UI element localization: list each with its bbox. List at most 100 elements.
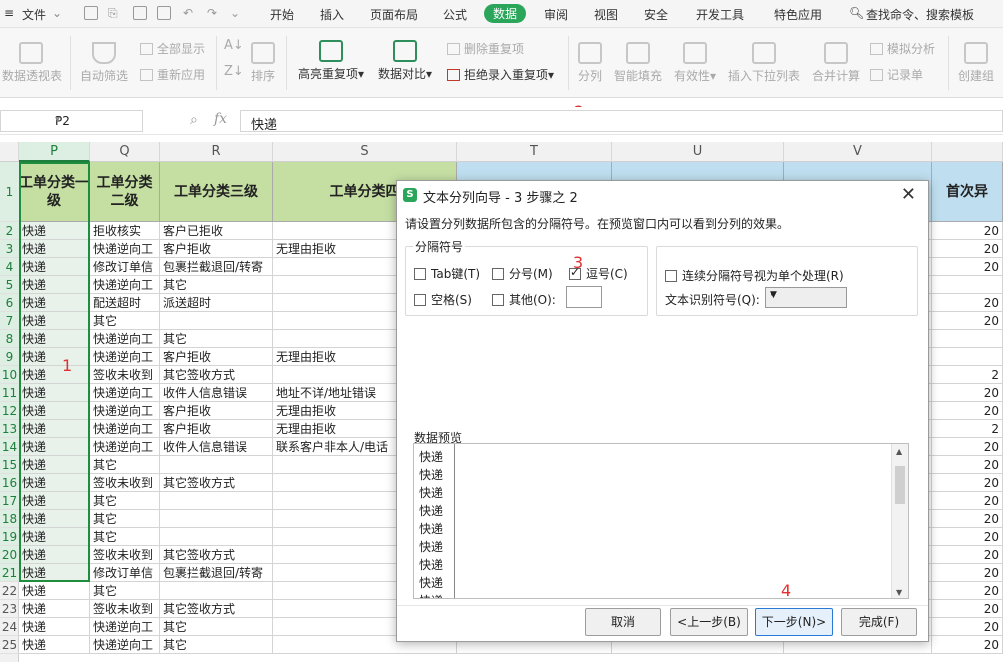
cell-w[interactable]: 20 (932, 618, 1003, 636)
row-header[interactable]: 15 (0, 456, 19, 474)
formula-input[interactable]: 快递 (240, 110, 1003, 133)
tab-insert[interactable]: 插入 (320, 6, 344, 23)
row-header[interactable]: 16 (0, 474, 19, 492)
other-checkbox[interactable]: 其他(O): (492, 291, 556, 308)
cancel-button[interactable]: 取消 (585, 608, 661, 636)
data-preview-pane[interactable]: 快递快递快递快递快递快递快递快递快递 ▲ ▼ (413, 443, 909, 599)
sort-button[interactable]: 排序 (248, 42, 278, 84)
tab-data[interactable]: 数据 (484, 4, 527, 23)
column-header-u[interactable]: U (612, 142, 784, 162)
cell-p[interactable]: 快递 (19, 438, 90, 456)
consecutive-delimiters-checkbox[interactable]: 连续分隔符号视为单个处理(R) (665, 267, 844, 284)
cell-w[interactable]: 20 (932, 510, 1003, 528)
cell-r[interactable] (160, 582, 273, 600)
row-header[interactable]: 9 (0, 348, 19, 366)
select-all-corner[interactable] (0, 142, 19, 162)
cell-w[interactable]: 2 (932, 420, 1003, 438)
tab-security[interactable]: 安全 (644, 6, 668, 23)
tab-features[interactable]: 特色应用 (774, 6, 822, 23)
cell-p[interactable]: 快递 (19, 492, 90, 510)
cell-r[interactable]: 其它签收方式 (160, 546, 273, 564)
cell-p[interactable]: 快递 (19, 528, 90, 546)
cell-q[interactable]: 签收未收到 (90, 366, 160, 384)
cell-p[interactable]: 快递 (19, 546, 90, 564)
cell-p[interactable]: 快递 (19, 222, 90, 240)
column-header-v[interactable]: V (784, 142, 932, 162)
cell-w[interactable]: 20 (932, 474, 1003, 492)
cell-w[interactable]: 20 (932, 564, 1003, 582)
cell-q[interactable]: 其它 (90, 528, 160, 546)
cell-w[interactable]: 20 (932, 294, 1003, 312)
cell-r[interactable] (160, 492, 273, 510)
cell-w[interactable]: 20 (932, 312, 1003, 330)
row-header[interactable]: 7 (0, 312, 19, 330)
cell-w[interactable]: 20 (932, 258, 1003, 276)
chevron-down-icon[interactable]: ▾ (55, 114, 138, 125)
cell-q[interactable]: 签收未收到 (90, 600, 160, 618)
row-header[interactable]: 5 (0, 276, 19, 294)
cell-p[interactable]: 快递 (19, 240, 90, 258)
chevron-down-icon[interactable]: ⌄ (52, 6, 62, 20)
scroll-up-icon[interactable]: ▲ (896, 447, 902, 456)
delete-duplicates-button[interactable]: 删除重复项 (447, 40, 524, 57)
name-box[interactable]: P2 ▾ (0, 110, 143, 132)
cell-p[interactable]: 快递 (19, 600, 90, 618)
cell-q[interactable]: 签收未收到 (90, 546, 160, 564)
row-header[interactable]: 11 (0, 384, 19, 402)
checkbox-box[interactable] (414, 294, 426, 306)
row-header[interactable]: 2 (0, 222, 19, 240)
preview-scrollbar[interactable]: ▲ ▼ (891, 444, 908, 598)
cell-w[interactable]: 20 (932, 384, 1003, 402)
column-header-r[interactable]: R (160, 142, 273, 162)
cell-p[interactable]: 快递 (19, 384, 90, 402)
header-cell-level1[interactable]: 工单分类一级 (19, 162, 90, 222)
cell-p[interactable]: 快递 (19, 402, 90, 420)
space-checkbox[interactable]: 空格(S) (414, 291, 472, 308)
cell-r[interactable]: 客户拒收 (160, 240, 273, 258)
cell-p[interactable]: 快递 (19, 294, 90, 312)
cell-r[interactable]: 客户拒收 (160, 420, 273, 438)
cell-w[interactable]: 20 (932, 222, 1003, 240)
cell-r[interactable]: 其它签收方式 (160, 600, 273, 618)
cell-w[interactable]: 20 (932, 456, 1003, 474)
sort-asc-icon[interactable]: A↓ (224, 38, 244, 53)
checkbox-box[interactable] (414, 268, 426, 280)
cell-w[interactable]: 20 (932, 636, 1003, 654)
cell-r[interactable]: 其它 (160, 330, 273, 348)
cell-q[interactable]: 快递逆向工 (90, 618, 160, 636)
column-header-t[interactable]: T (457, 142, 612, 162)
cell-p[interactable]: 快递 (19, 330, 90, 348)
cell-w[interactable] (932, 348, 1003, 366)
cell-q[interactable]: 修改订单信 (90, 258, 160, 276)
row-header[interactable]: 6 (0, 294, 19, 312)
cell-r[interactable]: 收件人信息错误 (160, 438, 273, 456)
what-if-analysis-button[interactable]: 模拟分析 (870, 40, 935, 57)
cell-w[interactable]: 20 (932, 546, 1003, 564)
cell-r[interactable]: 客户拒收 (160, 348, 273, 366)
finish-button[interactable]: 完成(F) (841, 608, 917, 636)
cell-r[interactable]: 客户已拒收 (160, 222, 273, 240)
validity-button[interactable]: 有效性▾ (670, 42, 720, 84)
scrollbar-thumb[interactable] (895, 466, 905, 504)
checkbox-box[interactable] (665, 270, 677, 282)
cell-q[interactable]: 其它 (90, 492, 160, 510)
cell-q[interactable]: 快递逆向工 (90, 384, 160, 402)
print-icon[interactable] (133, 6, 147, 20)
row-header[interactable]: 4 (0, 258, 19, 276)
cell-p[interactable]: 快递 (19, 348, 90, 366)
cell-q[interactable]: 快递逆向工 (90, 276, 160, 294)
cell-p[interactable]: 快递 (19, 258, 90, 276)
row-header[interactable]: 17 (0, 492, 19, 510)
tab-review[interactable]: 审阅 (544, 6, 568, 23)
column-header-q[interactable]: Q (90, 142, 160, 162)
cell-w[interactable]: 20 (932, 402, 1003, 420)
cell-w[interactable]: 20 (932, 240, 1003, 258)
cell-w[interactable] (932, 330, 1003, 348)
record-form-button[interactable]: 记录单 (870, 66, 923, 83)
row-header[interactable]: 20 (0, 546, 19, 564)
header-cell-level2[interactable]: 工单分类二级 (90, 162, 160, 222)
header-cell-w[interactable]: 首次异 (932, 162, 1003, 222)
row-header[interactable]: 3 (0, 240, 19, 258)
tab-view[interactable]: 视图 (594, 6, 618, 23)
semicolon-checkbox[interactable]: 分号(M) (492, 265, 553, 282)
